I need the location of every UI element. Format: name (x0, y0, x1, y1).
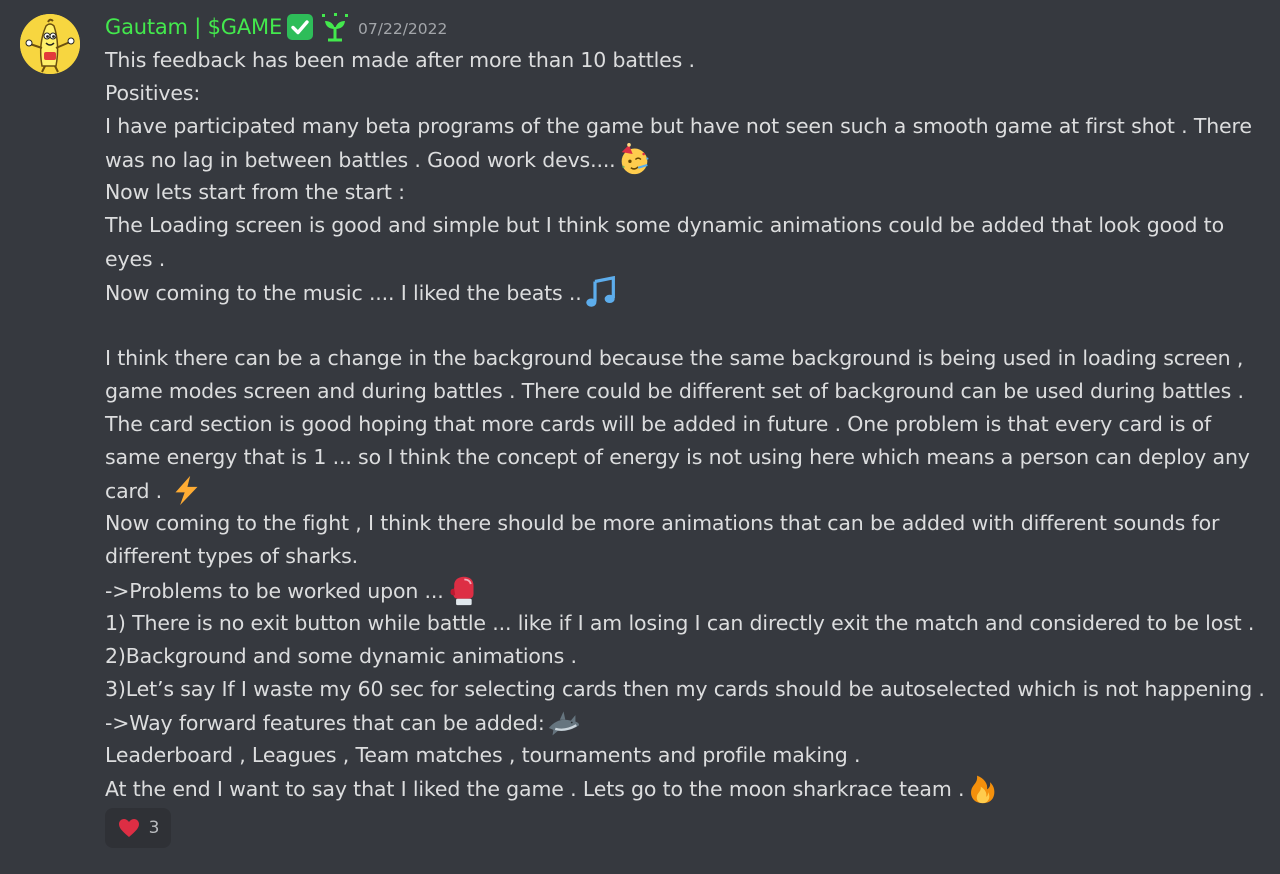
message-line-text: card . (105, 479, 169, 504)
heart-icon (118, 819, 139, 837)
reaction-count: 3 (148, 818, 160, 838)
message-line-text: Now lets start from the start : (105, 180, 405, 205)
message-line-text: The Loading screen is good and simple bu… (105, 213, 1224, 238)
message-line: ->Way forward features that can be added… (105, 706, 1265, 739)
username[interactable]: Gautam | $GAME (105, 15, 282, 39)
check-mark-icon (286, 13, 314, 41)
message-header: Gautam | $GAME 07/22/2022 (105, 10, 447, 44)
message-line-text: I think there can be a change in the bac… (105, 345, 1244, 370)
message-line-text: 2)Background and some dynamic animations… (105, 643, 577, 668)
message-line: 1) There is no exit button while battle … (105, 607, 1265, 640)
timestamp: 07/22/2022 (358, 19, 448, 38)
lightning-bolt-icon (170, 474, 203, 507)
shark-icon (547, 706, 580, 739)
message-line-text: was no lag in between battles . Good wor… (105, 148, 616, 173)
message-line-text: same energy that is 1 ... so I think the… (105, 445, 1250, 470)
banana-character-avatar-icon (20, 14, 80, 74)
message-line-text: I have participated many beta programs o… (105, 114, 1252, 139)
message-line-text: Leaderboard , Leagues , Team matches , t… (105, 742, 861, 767)
message-line-text: ->Way forward features that can be added… (105, 710, 545, 735)
message-line: Leaderboard , Leagues , Team matches , t… (105, 739, 1265, 772)
message-line-text: Now coming to the music .... I liked the… (105, 280, 582, 305)
message-line: card . (105, 474, 1265, 507)
reaction-button[interactable]: 3 (105, 808, 171, 848)
message-line: 2)Background and some dynamic animations… (105, 640, 1265, 673)
message-line: This feedback has been made after more t… (105, 44, 1265, 77)
message-line: The Loading screen is good and simple bu… (105, 209, 1265, 242)
message-line: 3)Let’s say If I waste my 60 sec for sel… (105, 673, 1265, 706)
message-line-text: Now coming to the fight , I think there … (105, 511, 1220, 536)
message-line-text: This feedback has been made after more t… (105, 48, 695, 72)
message-content: This feedback has been made after more t… (105, 44, 1265, 805)
message-line: game modes screen and during battles . T… (105, 375, 1265, 408)
message-line: eyes . (105, 243, 1265, 276)
chat-message: Gautam | $GAME 07/22/2022 This feedback … (0, 0, 1280, 874)
message-line-text: ->Problems to be worked upon ... (105, 578, 444, 603)
message-line: Now coming to the music .... I liked the… (105, 275, 1265, 309)
message-line-text: The card section is good hoping that mor… (105, 412, 1212, 437)
message-line-text: game modes screen and during battles . T… (105, 378, 1244, 403)
fire-icon (966, 772, 999, 805)
message-line: I think there can be a change in the bac… (105, 342, 1265, 375)
message-line-text: 1) There is no exit button while battle … (105, 610, 1255, 635)
message-line: different types of sharks. (105, 540, 1265, 573)
message-line-text: different types of sharks. (105, 544, 358, 569)
message-line: same energy that is 1 ... so I think the… (105, 441, 1265, 474)
message-line-text: 3)Let’s say If I waste my 60 sec for sel… (105, 676, 1265, 701)
sprout-icon (320, 12, 350, 42)
music-note-icon (584, 275, 617, 309)
message-line: At the end I want to say that I liked th… (105, 772, 1265, 805)
message-line-text: eyes . (105, 246, 166, 271)
message-line: Now lets start from the start : (105, 176, 1265, 209)
message-line-text: At the end I want to say that I liked th… (105, 777, 965, 802)
message-line: The card section is good hoping that mor… (105, 408, 1265, 441)
message-line: I have participated many beta programs o… (105, 110, 1265, 143)
message-line-text: Positives: (105, 81, 201, 106)
message-line: was no lag in between battles . Good wor… (105, 143, 1265, 176)
message-line: ->Problems to be worked upon ... (105, 574, 1265, 607)
message-line: Positives: (105, 77, 1265, 110)
boxing-glove-icon (446, 574, 479, 607)
user-avatar[interactable] (20, 14, 80, 74)
party-face-icon (618, 143, 651, 176)
message-line (105, 309, 1265, 342)
message-line: Now coming to the fight , I think there … (105, 507, 1265, 540)
